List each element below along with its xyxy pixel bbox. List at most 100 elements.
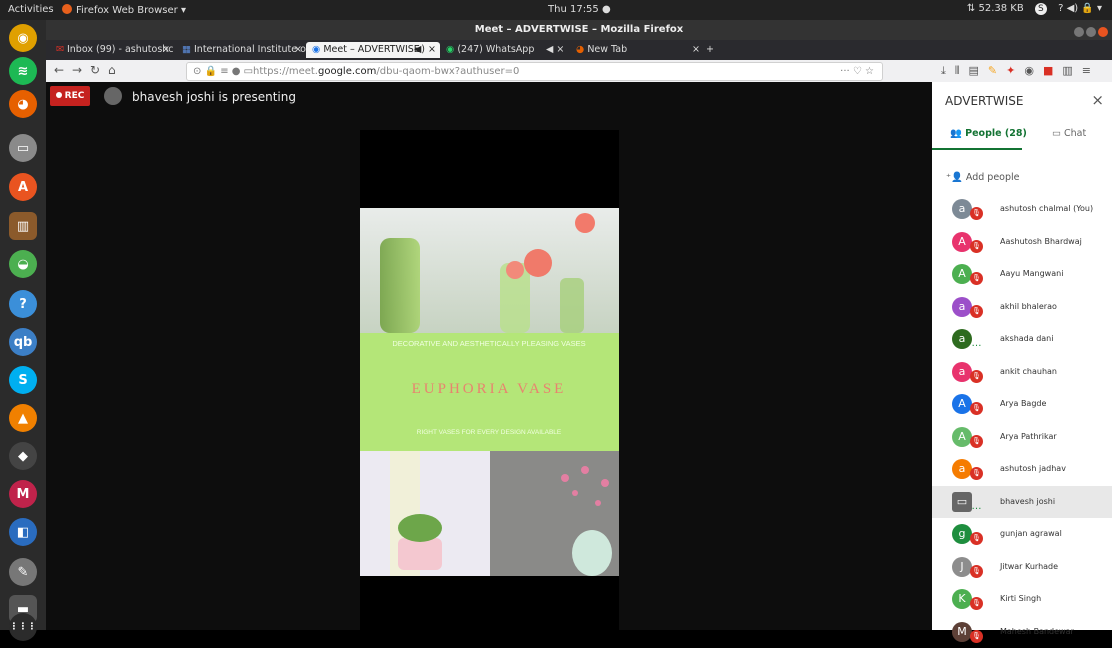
participant-row[interactable]: a🎙ankit chauhan	[932, 356, 1112, 389]
mic-muted-icon: 🎙	[970, 565, 983, 578]
qbittorrent-icon[interactable]: qb	[9, 328, 37, 356]
tab-label: Meet – ADVERTWISE	[323, 44, 420, 55]
close-tab-icon[interactable]: ◀) ×	[414, 42, 436, 58]
cloud-icon[interactable]: ◒	[9, 250, 37, 278]
participant-row[interactable]: a🎙ashutosh jadhav	[932, 453, 1112, 486]
participant-name: ashutosh chalmal (You)	[1000, 204, 1093, 213]
activities-button[interactable]: Activities	[8, 4, 54, 15]
new-tab-button[interactable]: +	[700, 42, 722, 58]
home-icon[interactable]: ⌂	[108, 63, 116, 77]
tab-people[interactable]: 👥 People (28)	[950, 128, 1027, 139]
status-indicators[interactable]: ? ◀) 🔒 ▾	[1058, 3, 1102, 14]
participant-avatar: a	[952, 329, 972, 349]
presenter-avatar	[104, 87, 122, 105]
mendeley-icon[interactable]: M	[9, 480, 37, 508]
add-people-button[interactable]: ⁺👤 Add people	[946, 172, 1020, 183]
participant-row[interactable]: A🎙Aayu Mangwani	[932, 258, 1112, 291]
firefox-window: Meet – ADVERTWISE – Mozilla Firefox ✉ In…	[46, 20, 1112, 630]
skype-icon[interactable]: S	[9, 366, 37, 394]
participant-row[interactable]: K🎙Kirti Singh	[932, 583, 1112, 616]
close-tab-icon[interactable]: ×	[294, 42, 302, 58]
vlc-icon[interactable]: ▲	[9, 404, 37, 432]
back-icon[interactable]: ←	[54, 63, 64, 77]
system-tray[interactable]: ⇅ 52.38 KB S ? ◀) 🔒 ▾	[959, 3, 1102, 15]
library-icon[interactable]: ▥	[9, 212, 37, 240]
close-tab-icon[interactable]: ×	[162, 42, 170, 58]
tab-chat[interactable]: ▭ Chat	[1052, 128, 1086, 139]
participant-row[interactable]: A🎙Arya Bagde	[932, 388, 1112, 421]
mic-muted-icon: 🎙	[970, 240, 983, 253]
close-tab-icon[interactable]: ×	[692, 42, 700, 58]
participant-avatar: J	[952, 557, 972, 577]
add-people-label: Add people	[966, 172, 1020, 183]
menu-icon[interactable]: ≡	[1082, 64, 1091, 77]
chat-icon: ▭	[1052, 128, 1064, 139]
meet-stage: REC bhavesh joshi is presenting DECORATI…	[46, 82, 932, 630]
inkscape-icon[interactable]: ◆	[9, 442, 37, 470]
pot	[398, 538, 442, 570]
participant-name: ankit chauhan	[1000, 367, 1057, 376]
account-icon[interactable]: ◉	[1024, 64, 1034, 77]
tab-institute[interactable]: ▦ International Institute o×	[176, 42, 306, 58]
url-path: /dbu-qaom-bwx?authuser=0	[376, 66, 519, 77]
tab-whatsapp[interactable]: ◉ (247) WhatsApp	[440, 42, 546, 58]
succulent	[398, 514, 442, 542]
participant-row[interactable]: A🎙Aashutosh Bhardwaj	[932, 226, 1112, 259]
address-bar[interactable]: ⊙ 🔒 ≡ ● ▭ https://meet.google.com/dbu-qa…	[186, 62, 883, 81]
participant-name: Jitwar Kurhade	[1000, 562, 1058, 571]
tab-muted[interactable]: ◀ ×	[540, 42, 572, 58]
sidebar-icon[interactable]: ▤	[969, 64, 979, 77]
spotify-icon[interactable]: ≋	[9, 57, 37, 85]
maximize-icon[interactable]	[1086, 27, 1096, 37]
participant-row[interactable]: M🎙Mahesh Bandewar	[932, 616, 1112, 648]
close-panel-icon[interactable]: ×	[1091, 91, 1104, 109]
library-icon[interactable]: ⫴	[955, 64, 960, 77]
pocket-icon[interactable]: ■	[1043, 64, 1053, 77]
participant-row[interactable]: a🎙akhil bhalerao	[932, 291, 1112, 324]
slide-text-2: EUPHORIA VASE	[412, 381, 567, 397]
app-grid-icon[interactable]: ⋮⋮⋮	[9, 613, 37, 641]
extension-icon[interactable]: ✦	[1006, 64, 1015, 77]
tab-meet[interactable]: ◉ Meet – ADVERTWISE◀) ×	[306, 42, 440, 58]
participant-row[interactable]: ▭…bhavesh joshi	[932, 486, 1112, 519]
clock[interactable]: Thu 17:55 ●	[548, 4, 611, 15]
tab-gmail[interactable]: ✉ Inbox (99) - ashutoshc×	[50, 42, 174, 58]
forward-icon[interactable]: →	[72, 63, 82, 77]
mic-muted-icon: 🎙	[970, 305, 983, 318]
virtualbox-icon[interactable]: ◧	[9, 518, 37, 546]
firefox-icon[interactable]: ◕	[9, 90, 37, 118]
text-editor-icon[interactable]: ✎	[9, 558, 37, 586]
help-icon[interactable]: ?	[9, 290, 37, 318]
navigation-toolbar: ← → ↻ ⌂ ⊙ 🔒 ≡ ● ▭ https://meet.google.co…	[46, 60, 1112, 83]
participant-avatar: A	[952, 427, 972, 447]
grid-icon[interactable]: ▥	[1062, 64, 1072, 77]
mic-muted-icon: 🎙	[970, 402, 983, 415]
participant-name: ashutosh jadhav	[1000, 464, 1066, 473]
participant-name: akshada dani	[1000, 334, 1053, 343]
participant-row[interactable]: g🎙gunjan agrawal	[932, 518, 1112, 551]
institute-icon: ▦	[182, 44, 194, 55]
software-center-icon[interactable]: A	[9, 173, 37, 201]
people-tab-label: People (28)	[965, 128, 1027, 139]
page-actions[interactable]: ··· ♡ ☆	[840, 63, 874, 80]
chat-tab-label: Chat	[1064, 128, 1086, 139]
participant-row[interactable]: a🎙ashutosh chalmal (You)	[932, 193, 1112, 226]
participant-avatar: a	[952, 297, 972, 317]
participant-row[interactable]: a…akshada dani	[932, 323, 1112, 356]
files-icon[interactable]: ▭	[9, 134, 37, 162]
chrome-icon[interactable]: ◉	[9, 24, 37, 52]
skype-tray-icon[interactable]: S	[1035, 3, 1047, 15]
pen-icon[interactable]: ✎	[988, 64, 997, 77]
firefox-icon: ◕	[576, 44, 587, 55]
flower	[524, 249, 552, 277]
add-person-icon: ⁺👤	[946, 172, 966, 183]
downloads-icon[interactable]: ⤓	[941, 64, 946, 77]
minimize-icon[interactable]	[1074, 27, 1084, 37]
tab-new-tab[interactable]: ◕ New Tab×	[570, 42, 704, 58]
participant-row[interactable]: A🎙Arya Pathrikar	[932, 421, 1112, 454]
close-icon[interactable]	[1098, 27, 1108, 37]
reload-icon[interactable]: ↻	[90, 63, 100, 77]
participant-row[interactable]: J🎙 Jitwar Kurhade	[932, 551, 1112, 584]
app-menu[interactable]: Firefox Web Browser ▾	[62, 4, 186, 16]
site-info-icon[interactable]: ⊙ 🔒 ≡ ● ▭	[193, 63, 253, 80]
